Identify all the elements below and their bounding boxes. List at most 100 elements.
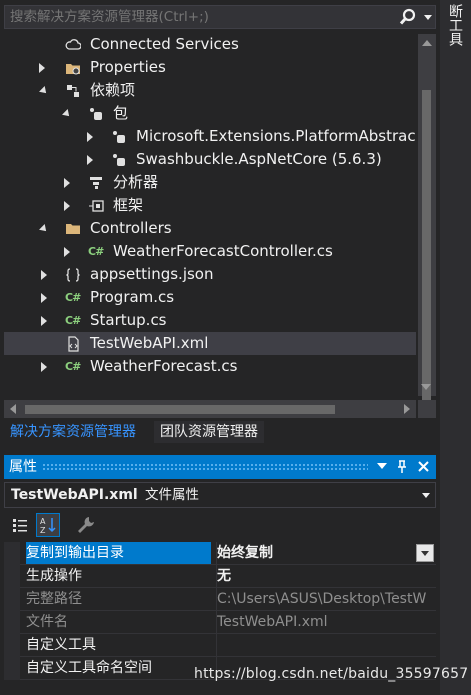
expand-arrow-icon[interactable]	[38, 309, 50, 332]
property-name: 复制到输出目录	[26, 542, 211, 564]
json-file-icon	[66, 268, 80, 282]
tree-item-appsettings[interactable]: appsettings.json	[4, 263, 416, 286]
categorized-view-icon[interactable]	[8, 513, 32, 537]
close-icon[interactable]	[415, 457, 431, 477]
property-value[interactable]: 始终复制	[216, 542, 437, 564]
tree-item-label: Startup.cs	[90, 311, 167, 329]
collapse-arrow-icon[interactable]	[38, 79, 50, 102]
property-row-copy-to-output[interactable]: 复制到输出目录 始终复制	[4, 542, 436, 565]
property-value: C:\Users\ASUS\Desktop\TestW	[216, 588, 437, 610]
expand-arrow-icon[interactable]	[61, 171, 73, 194]
cloud-icon	[65, 39, 81, 50]
expand-arrow-icon[interactable]	[61, 194, 73, 217]
object-name: TestWebAPI.xml	[11, 487, 138, 503]
expand-arrow-icon[interactable]	[84, 148, 96, 171]
object-dropdown-icon[interactable]	[422, 493, 430, 498]
tree-item-label: Controllers	[90, 219, 172, 237]
tab-team-explorer[interactable]: 团队资源管理器	[154, 421, 264, 443]
expand-arrow-icon[interactable]	[38, 355, 50, 378]
svg-text:A: A	[40, 517, 46, 526]
tree-item-startup[interactable]: C# Startup.cs	[4, 309, 416, 332]
collapse-arrow-icon[interactable]	[61, 102, 73, 125]
property-name: 自定义工具命名空间	[26, 660, 152, 676]
expand-arrow-icon[interactable]	[36, 56, 48, 79]
tab-solution-explorer[interactable]: 解决方案资源管理器	[4, 421, 142, 443]
expand-arrow-icon[interactable]	[38, 263, 50, 286]
tree-item-frameworks[interactable]: 框架	[4, 194, 416, 217]
nuget-package-icon	[113, 131, 125, 143]
side-tab-diagnostic-tools[interactable]: 断工具	[444, 4, 464, 46]
horizontal-scroll-thumb[interactable]	[25, 405, 335, 414]
tree-item-label: Microsoft.Extensions.PlatformAbstract	[136, 127, 416, 145]
dependencies-icon	[67, 85, 79, 97]
tree-item-label: 分析器	[113, 173, 159, 191]
csharp-file-icon: C#	[65, 360, 81, 373]
row-margin	[4, 542, 20, 565]
tree-item-weatherforecast[interactable]: C# WeatherForecast.cs	[4, 355, 416, 378]
row-margin	[4, 611, 20, 634]
property-name: 自定义工具	[26, 637, 96, 653]
tree-item-label: WeatherForecast.cs	[90, 357, 238, 375]
tree-item-label: Program.cs	[90, 288, 175, 306]
property-row-build-action[interactable]: 生成操作 无	[4, 565, 436, 588]
pin-icon[interactable]	[394, 457, 410, 477]
property-value[interactable]: 无	[216, 565, 437, 587]
property-value: TestWebAPI.xml	[216, 611, 437, 633]
folder-icon	[66, 224, 80, 234]
scroll-left-icon[interactable]	[10, 404, 16, 414]
tree-item-label: appsettings.json	[90, 265, 214, 283]
tree-item-dependencies[interactable]: 依赖项	[4, 79, 416, 102]
collapse-arrow-icon[interactable]	[38, 217, 50, 240]
scroll-down-icon[interactable]	[421, 384, 431, 390]
tree-item-label: Properties	[90, 58, 166, 76]
tree-item-label: 依赖项	[90, 81, 136, 99]
tree-item-weatherforecastcontroller[interactable]: C# WeatherForecastController.cs	[4, 240, 416, 263]
row-margin	[4, 634, 20, 657]
alphabetical-view-icon[interactable]: A Z	[36, 513, 60, 537]
vertical-scrollbar[interactable]	[418, 34, 436, 404]
properties-title-bar[interactable]: 属性	[4, 455, 436, 479]
tree-item-label: 框架	[113, 196, 144, 214]
property-name: 文件名	[26, 614, 68, 630]
scrollbar-corner	[418, 400, 436, 418]
window-position-dropdown-icon[interactable]	[374, 457, 390, 477]
properties-title: 属性	[9, 459, 37, 475]
tree-item-label: 包	[113, 104, 129, 122]
tree-item-properties[interactable]: Properties	[4, 56, 416, 79]
property-row-file-name[interactable]: 文件名 TestWebAPI.xml	[4, 611, 436, 634]
tree-item-testwebapi-xml[interactable]: TestWebAPI.xml	[4, 332, 416, 355]
vertical-scroll-thumb[interactable]	[422, 90, 431, 404]
expand-arrow-icon[interactable]	[84, 125, 96, 148]
search-box[interactable]	[4, 5, 436, 29]
object-type: 文件属性	[145, 487, 199, 503]
horizontal-scrollbar[interactable]	[4, 400, 416, 418]
value-dropdown-icon[interactable]	[416, 544, 434, 562]
watermark-text: https://blog.csdn.net/baidu_35597657	[194, 666, 469, 682]
object-selector[interactable]: TestWebAPI.xml 文件属性	[4, 482, 436, 508]
property-pages-wrench-icon[interactable]	[74, 513, 98, 537]
search-input[interactable]	[5, 6, 400, 28]
tree-item-package-platformabstractions[interactable]: Microsoft.Extensions.PlatformAbstract	[4, 125, 416, 148]
tree-item-analyzers[interactable]: 分析器	[4, 171, 416, 194]
tree-item-connected-services[interactable]: Connected Services	[4, 33, 416, 56]
properties-toolbar: A Z	[4, 511, 436, 539]
framework-icon	[89, 200, 104, 212]
expand-arrow-icon[interactable]	[38, 286, 50, 309]
search-options-dropdown-icon[interactable]	[424, 15, 432, 20]
properties-folder-icon	[66, 64, 80, 75]
property-row-full-path[interactable]: 完整路径 C:\Users\ASUS\Desktop\TestW	[4, 588, 436, 611]
tree-item-program[interactable]: C# Program.cs	[4, 286, 416, 309]
expand-arrow-icon[interactable]	[61, 240, 73, 263]
tree-item-controllers[interactable]: Controllers	[4, 217, 416, 240]
row-margin	[4, 565, 20, 588]
search-icon[interactable]	[399, 8, 417, 26]
scroll-right-icon[interactable]	[404, 404, 410, 414]
row-margin	[4, 588, 20, 611]
property-value[interactable]	[216, 634, 437, 656]
right-dock-strip	[440, 0, 471, 695]
property-row-custom-tool[interactable]: 自定义工具	[4, 634, 436, 657]
tree-item-package-swashbuckle[interactable]: Swashbuckle.AspNetCore (5.6.3)	[4, 148, 416, 171]
property-name: 完整路径	[26, 591, 82, 607]
tree-item-packages[interactable]: 包	[4, 102, 416, 125]
scroll-up-icon[interactable]	[422, 40, 432, 46]
